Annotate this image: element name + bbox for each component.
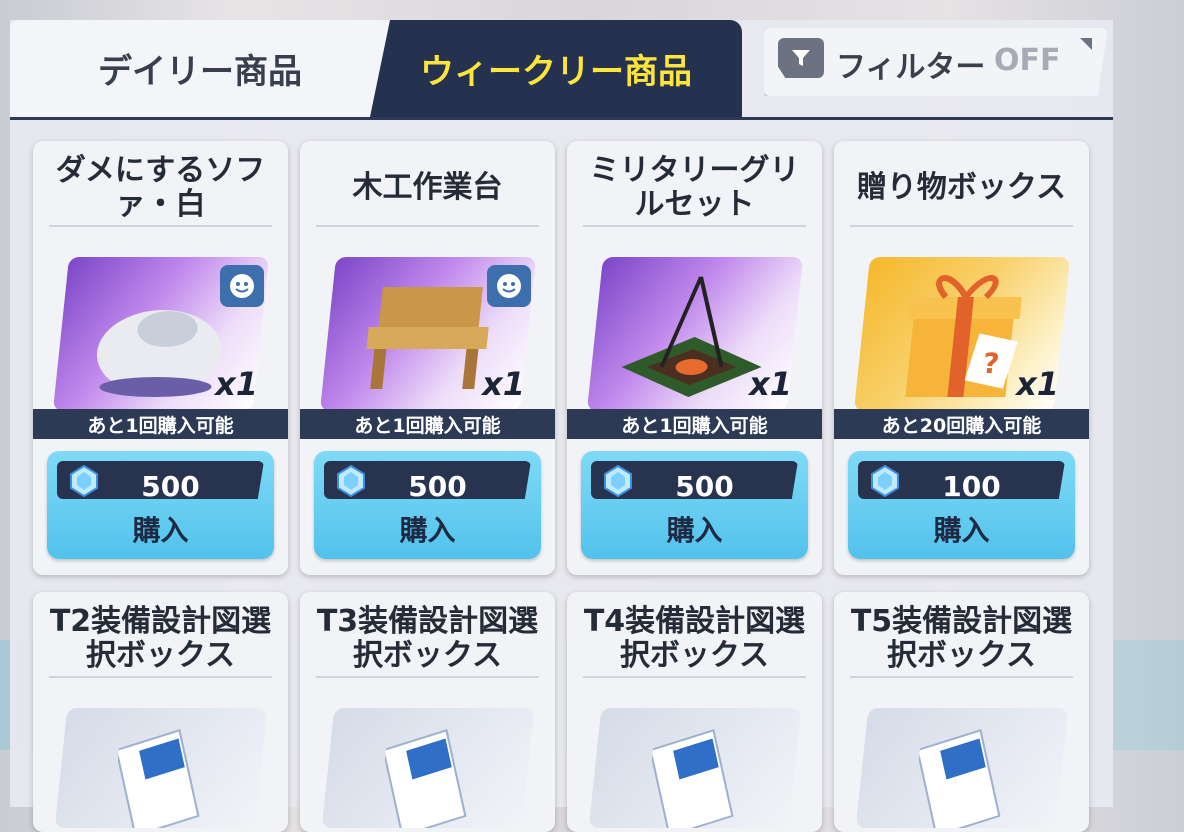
divider [49, 225, 272, 227]
price-value: 100 [942, 470, 1001, 503]
divider [583, 676, 806, 678]
product-image-blueprint [588, 708, 802, 828]
buy-button[interactable]: 500 購入 [314, 451, 541, 559]
divider [316, 676, 539, 678]
buy-button[interactable]: 500 購入 [581, 451, 808, 559]
tab-weekly-items[interactable]: ウィークリー商品 [370, 20, 742, 117]
price-value: 500 [141, 470, 200, 503]
product-image-blueprint [321, 708, 535, 828]
smiley-badge-icon [220, 265, 264, 307]
product-image-blueprint [54, 708, 268, 828]
remaining-purchases: あと1回購入可能 [33, 409, 288, 439]
price-bar: 500 [324, 461, 531, 499]
funnel-icon [778, 38, 824, 78]
filter-state: OFF [994, 43, 1061, 78]
product-name: 贈り物ボックス [856, 170, 1067, 205]
quantity-label: x1 [1016, 365, 1059, 403]
product-name: T2装備設計図選択ボックス [49, 604, 272, 673]
quantity-label: x1 [482, 365, 525, 403]
product-name: T5装備設計図選択ボックス [850, 604, 1073, 673]
remaining-purchases: あと1回購入可能 [567, 409, 822, 439]
filter-button[interactable]: フィルター OFF [764, 28, 1108, 96]
quantity-label: x1 [749, 365, 792, 403]
price-bar: 100 [858, 461, 1065, 499]
product-name: 木工作業台 [352, 170, 503, 205]
buy-button[interactable]: 500 購入 [47, 451, 274, 559]
product-name: ミリタリーグリルセット [589, 153, 800, 222]
remaining-purchases: あと1回購入可能 [300, 409, 555, 439]
product-card[interactable]: 贈り物ボックス ? x1 あと20回購入可能 100 購入 [834, 141, 1089, 575]
product-card[interactable]: T2装備設計図選択ボックス [33, 592, 288, 832]
filter-corner-mark [1080, 38, 1092, 50]
quantity-label: x1 [215, 365, 258, 403]
buy-label: 購入 [399, 514, 456, 547]
product-card[interactable]: 木工作業台 x1 あと1回購入可能 500 購入 [300, 141, 555, 575]
buy-button[interactable]: 100 購入 [848, 451, 1075, 559]
product-card[interactable]: T4装備設計図選択ボックス [567, 592, 822, 832]
svg-text:?: ? [981, 347, 1001, 380]
buy-label: 購入 [933, 514, 990, 547]
divider [316, 225, 539, 227]
divider [850, 676, 1073, 678]
price-bar: 500 [591, 461, 798, 499]
price-bar: 500 [57, 461, 264, 499]
product-card[interactable]: T3装備設計図選択ボックス [300, 592, 555, 832]
product-grid: ダメにするソファ・白 x1 あと1回購入可能 500 購入 木工作業台 x1 あ… [33, 141, 1103, 832]
divider [49, 676, 272, 678]
tab-daily-items[interactable]: デイリー商品 [10, 20, 390, 117]
buy-label: 購入 [666, 514, 723, 547]
divider [850, 225, 1073, 227]
product-card[interactable]: ミリタリーグリルセット x1 あと1回購入可能 500 購入 [567, 141, 822, 575]
divider [583, 225, 806, 227]
price-value: 500 [408, 470, 467, 503]
buy-label: 購入 [132, 514, 189, 547]
smiley-badge-icon [487, 265, 531, 307]
remaining-purchases: あと20回購入可能 [834, 409, 1089, 439]
product-card[interactable]: T5装備設計図選択ボックス [834, 592, 1089, 832]
product-card[interactable]: ダメにするソファ・白 x1 あと1回購入可能 500 購入 [33, 141, 288, 575]
product-name: T4装備設計図選択ボックス [583, 604, 806, 673]
tab-underline [10, 117, 1113, 120]
filter-label: フィルター [836, 50, 986, 85]
product-name: T3装備設計図選択ボックス [316, 604, 539, 673]
product-name: ダメにするソファ・白 [55, 153, 266, 222]
product-image-blueprint [855, 708, 1069, 828]
price-value: 500 [675, 470, 734, 503]
